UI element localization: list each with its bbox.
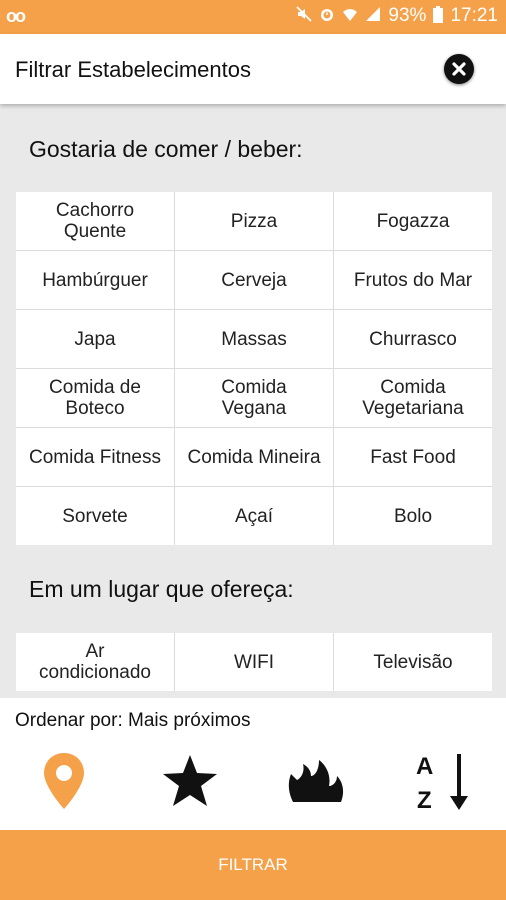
dialog-header: Filtrar Estabelecimentos	[0, 34, 506, 104]
mute-icon	[296, 6, 313, 26]
wifi-icon	[342, 6, 358, 26]
food-option[interactable]: Comida Fitness	[16, 428, 174, 486]
food-section-title: Gostaria de comer / beber:	[29, 136, 303, 162]
page-title: Filtrar Estabelecimentos	[15, 57, 251, 82]
food-option-label: Comida Mineira	[187, 446, 321, 468]
sort-by-distance-button[interactable]	[40, 750, 88, 812]
food-option[interactable]: Comida Vegetariana	[334, 369, 492, 427]
filter-button[interactable]: FILTRAR	[0, 830, 506, 900]
amenity-option-label: Televisão	[373, 651, 453, 673]
close-button[interactable]	[444, 54, 474, 84]
food-option[interactable]: Bolo	[334, 487, 492, 545]
food-option[interactable]: Japa	[16, 310, 174, 368]
food-option-label: Frutos do Mar	[353, 269, 473, 291]
amenity-option-label: Ar condicionado	[39, 641, 151, 683]
star-icon	[163, 755, 217, 806]
svg-text:A: A	[416, 753, 433, 780]
food-option-label: Churrasco	[369, 328, 457, 350]
food-option-label: Comida Vegana	[221, 377, 287, 419]
location-pin-icon	[44, 753, 84, 809]
food-option[interactable]: Açaí	[175, 487, 333, 545]
battery-icon	[433, 5, 444, 27]
amenities-section-title: Em um lugar que ofereça:	[29, 576, 294, 602]
battery-percent: 93%	[388, 5, 427, 26]
food-option-label: Hambúrguer	[42, 269, 148, 291]
food-option[interactable]: Sorvete	[16, 487, 174, 545]
amenity-options-grid: Ar condicionado WIFI Televisão	[16, 633, 492, 691]
svg-text:Z: Z	[417, 787, 432, 812]
food-option[interactable]: Frutos do Mar	[334, 251, 492, 309]
filter-content[interactable]: Gostaria de comer / beber: Cachorro Quen…	[0, 104, 506, 698]
food-option-label: Massas	[221, 328, 287, 350]
voicemail-icon: oo	[6, 6, 26, 26]
amenity-option[interactable]: Televisão	[334, 633, 492, 691]
food-option[interactable]: Cerveja	[175, 251, 333, 309]
sort-az-icon: A Z	[416, 753, 468, 812]
status-icons: 93% 17:21	[296, 5, 498, 27]
food-option-label: Comida Fitness	[29, 446, 161, 468]
sort-by-popular-button[interactable]	[286, 750, 348, 812]
food-option-label: Cachorro Quente	[55, 200, 135, 242]
food-option[interactable]: Massas	[175, 310, 333, 368]
sort-alphabetical-button[interactable]: A Z	[412, 750, 474, 812]
food-option[interactable]: Cachorro Quente	[16, 192, 174, 250]
alarm-icon	[319, 6, 335, 26]
sort-panel: Ordenar por: Mais próximos A Z	[0, 698, 506, 830]
food-option[interactable]: Fast Food	[334, 428, 492, 486]
food-option-label: Pizza	[230, 210, 278, 232]
food-option-label: Fast Food	[370, 446, 456, 468]
status-bar: oo 93% 17:21	[0, 0, 506, 34]
food-option-label: Fogazza	[376, 210, 450, 232]
food-option[interactable]: Fogazza	[334, 192, 492, 250]
food-option[interactable]: Hambúrguer	[16, 251, 174, 309]
amenity-option[interactable]: WIFI	[175, 633, 333, 691]
clock: 17:21	[450, 5, 498, 26]
food-option-label: Cerveja	[221, 269, 287, 291]
food-option-label: Bolo	[393, 505, 433, 527]
food-option-label: Açaí	[234, 505, 274, 527]
food-option-label: Comida de Boteco	[49, 377, 141, 419]
signal-icon	[365, 6, 381, 26]
food-option[interactable]: Comida Vegana	[175, 369, 333, 427]
sort-label: Ordenar por: Mais próximos	[15, 710, 251, 731]
food-option[interactable]: Comida Mineira	[175, 428, 333, 486]
food-option[interactable]: Pizza	[175, 192, 333, 250]
amenity-option[interactable]: Ar condicionado	[16, 633, 174, 691]
food-option[interactable]: Comida de Boteco	[16, 369, 174, 427]
food-option-label: Japa	[74, 328, 116, 350]
amenity-option-label: WIFI	[233, 651, 275, 673]
sort-by-rating-button[interactable]	[160, 750, 220, 812]
food-option[interactable]: Churrasco	[334, 310, 492, 368]
food-option-label: Comida Vegetariana	[362, 377, 464, 419]
food-option-label: Sorvete	[62, 505, 128, 527]
food-options-grid: Cachorro Quente Pizza Fogazza Hambúrguer Cer…	[16, 192, 492, 545]
flame-icon	[288, 760, 344, 802]
close-icon	[452, 62, 466, 76]
